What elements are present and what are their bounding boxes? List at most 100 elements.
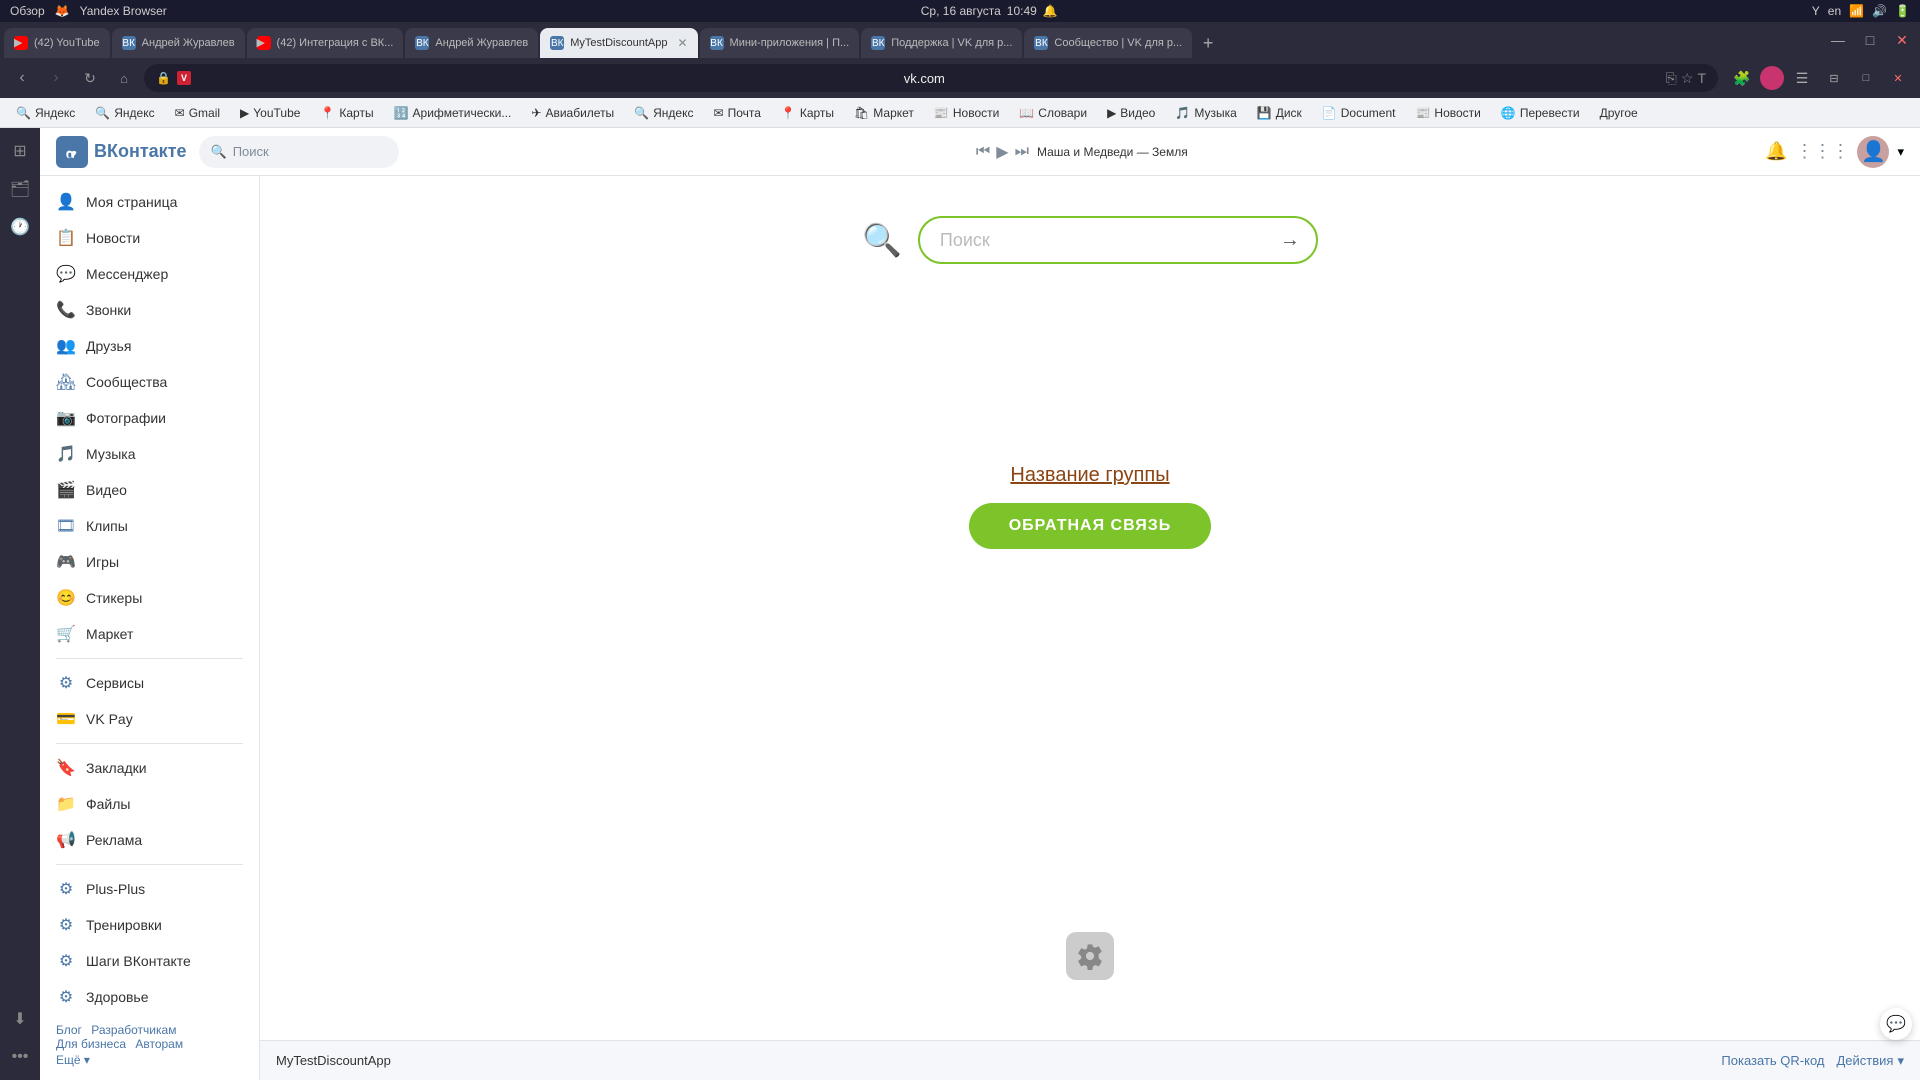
sidebar-item-trainings[interactable]: ⚙ Тренировки: [40, 907, 259, 943]
sidebar-item-messenger[interactable]: 💬 Мессенджер: [40, 256, 259, 292]
browser-tools: 🧩 ☰ ⊟ □ ✕: [1728, 64, 1912, 92]
tab-close-5[interactable]: ✕: [677, 36, 687, 50]
sidebar-item-video[interactable]: 🎬 Видео: [40, 472, 259, 508]
close-win-button[interactable]: ✕: [1884, 64, 1912, 92]
footer-link-dev[interactable]: Разработчикам: [91, 1023, 176, 1037]
sidebar-item-calls[interactable]: 📞 Звонки: [40, 292, 259, 328]
bookmark-news1[interactable]: 📰Новости: [926, 104, 1007, 122]
side-download-icon[interactable]: ⬇: [5, 1004, 35, 1034]
sidebar-item-communities[interactable]: 🏘 Сообщества: [40, 364, 259, 400]
sidebar-item-plusplus[interactable]: ⚙ Plus-Plus: [40, 871, 259, 907]
sidebar-item-photos[interactable]: 📷 Фотографии: [40, 400, 259, 436]
overview-label[interactable]: Обзор: [10, 4, 45, 18]
bookmark-more[interactable]: Другое: [1592, 104, 1646, 122]
vk-search-bar[interactable]: 🔍 Поиск: [199, 136, 399, 168]
app-feedback-button[interactable]: ОБРАТНАЯ СВЯЗЬ: [969, 503, 1212, 549]
sidebar-item-friends[interactable]: 👥 Друзья: [40, 328, 259, 364]
bookmark-music[interactable]: 🎵Музыка: [1167, 104, 1244, 122]
side-tab-icon[interactable]: 🗂: [5, 174, 35, 204]
forward-button[interactable]: ›: [42, 64, 70, 92]
address-bar[interactable]: 🔒 V vk.com ⎘ ☆ T: [144, 64, 1718, 92]
star-icon[interactable]: ☆: [1681, 70, 1694, 87]
tab-support[interactable]: ВК Поддержка | VK для р...: [861, 28, 1022, 58]
bookmark-gmail[interactable]: ✉Gmail: [167, 104, 228, 122]
sidebar-label-vkpay: VK Pay: [86, 711, 133, 727]
sidebar-item-my-page[interactable]: 👤 Моя страница: [40, 184, 259, 220]
bookmark-disk[interactable]: 💾Диск: [1249, 104, 1310, 122]
app-footer-name: MyTestDiscountApp: [276, 1053, 391, 1068]
bookmark-mail[interactable]: ✉Почта: [706, 104, 769, 122]
close-button[interactable]: ✕: [1888, 26, 1916, 54]
side-dots-icon[interactable]: •••: [5, 1042, 35, 1072]
bookmark-yandex2[interactable]: 🔍Яндекс: [87, 104, 162, 122]
bookmark-arithm[interactable]: 🔢Арифметически...: [386, 104, 520, 122]
app-search-input[interactable]: Поиск →: [918, 216, 1318, 264]
sidebar-item-services[interactable]: ⚙ Сервисы: [40, 665, 259, 701]
sidebar-item-vkpay[interactable]: 💳 VK Pay: [40, 701, 259, 737]
maximize-button[interactable]: □: [1856, 26, 1884, 54]
notification-bell-icon[interactable]: 🔔: [1043, 4, 1058, 18]
tab-mini-apps[interactable]: ВК Мини-приложения | П...: [700, 28, 860, 58]
footer-link-business[interactable]: Для бизнеса: [56, 1037, 126, 1051]
vk-bell-icon[interactable]: 🔔: [1765, 141, 1787, 162]
vk-logo[interactable]: ВКонтакте: [56, 136, 187, 168]
music-next-button[interactable]: ⏭: [1015, 143, 1029, 161]
tab-mytestdiscountapp[interactable]: ВК MyTestDiscountApp ✕: [540, 28, 697, 58]
app-group-name[interactable]: Название группы: [1010, 464, 1169, 487]
bookmark-doc[interactable]: 📄Document: [1314, 104, 1404, 122]
sidebar-item-clips[interactable]: 🎞 Клипы: [40, 508, 259, 544]
bookmark-market[interactable]: 🛍Маркет: [846, 104, 922, 122]
tab-andrey1[interactable]: ВК Андрей Журавлев: [112, 28, 245, 58]
minimize-tab-button[interactable]: ⊟: [1820, 64, 1848, 92]
bookmark-video[interactable]: ▶Видео: [1099, 104, 1163, 122]
music-prev-button[interactable]: ⏮: [976, 143, 990, 161]
bookmark-icon-maps2: 📍: [781, 106, 796, 120]
sidebar-item-steps[interactable]: ⚙ Шаги ВКонтакте: [40, 943, 259, 979]
music-play-button[interactable]: ▶: [996, 142, 1008, 162]
new-tab-button[interactable]: +: [1194, 28, 1222, 58]
show-qr-link[interactable]: Показать QR-код: [1721, 1053, 1824, 1068]
bookmark-maps1[interactable]: 📍Карты: [312, 104, 381, 122]
copy-icon[interactable]: ⎘: [1666, 70, 1677, 87]
settings-button[interactable]: ☰: [1788, 64, 1816, 92]
tab-community[interactable]: ВК Сообщество | VK для р...: [1024, 28, 1192, 58]
tab-andrey2[interactable]: ВК Андрей Журавлев: [405, 28, 538, 58]
chat-button[interactable]: 💬: [1880, 1008, 1912, 1040]
bookmark-dict[interactable]: 📖Словари: [1011, 104, 1095, 122]
bookmark-yandex3[interactable]: 🔍Яндекс: [626, 104, 701, 122]
sidebar-item-ads[interactable]: 📢 Реклама: [40, 822, 259, 858]
reload-button[interactable]: ↻: [76, 64, 104, 92]
tab-youtube[interactable]: ▶ (42) YouTube: [4, 28, 110, 58]
bookmark-yandex1[interactable]: 🔍Яндекс: [8, 104, 83, 122]
minimize-button[interactable]: —: [1824, 26, 1852, 54]
sidebar-item-stickers[interactable]: 😊 Стикеры: [40, 580, 259, 616]
sidebar-more-button[interactable]: Ещё ▾: [56, 1053, 243, 1067]
extensions-button[interactable]: 🧩: [1728, 64, 1756, 92]
home-button[interactable]: ⌂: [110, 64, 138, 92]
vk-avatar-chevron-icon[interactable]: ▾: [1897, 144, 1904, 160]
side-history-icon[interactable]: 🕐: [5, 212, 35, 242]
footer-link-authors[interactable]: Авторам: [135, 1037, 183, 1051]
bookmark-news2[interactable]: 📰Новости: [1407, 104, 1488, 122]
translate-icon[interactable]: T: [1697, 70, 1706, 87]
sidebar-item-games[interactable]: 🎮 Игры: [40, 544, 259, 580]
bookmark-maps2[interactable]: 📍Карты: [773, 104, 842, 122]
sidebar-item-files[interactable]: 📁 Файлы: [40, 786, 259, 822]
back-button[interactable]: ‹: [8, 64, 36, 92]
vk-avatar[interactable]: 👤: [1857, 136, 1889, 168]
side-overview-icon[interactable]: ⊞: [5, 136, 35, 166]
bookmark-youtube[interactable]: ▶YouTube: [232, 104, 308, 122]
sidebar-item-market[interactable]: 🛒 Маркет: [40, 616, 259, 652]
sidebar-item-health[interactable]: ⚙ Здоровье: [40, 979, 259, 1015]
vk-grid-icon[interactable]: ⋮⋮⋮: [1795, 141, 1849, 162]
sidebar-item-news[interactable]: 📋 Новости: [40, 220, 259, 256]
bookmark-flights[interactable]: ✈Авиабилеты: [523, 104, 622, 122]
actions-button[interactable]: Действия ▾: [1837, 1053, 1905, 1069]
sidebar-item-bookmarks[interactable]: 🔖 Закладки: [40, 750, 259, 786]
profile-button[interactable]: [1760, 66, 1784, 90]
sidebar-item-music[interactable]: 🎵 Музыка: [40, 436, 259, 472]
maximize-win-button[interactable]: □: [1852, 64, 1880, 92]
tab-integration[interactable]: ▶ (42) Интеграция с ВК...: [247, 28, 404, 58]
bookmark-translate[interactable]: 🌐Перевести: [1493, 104, 1588, 122]
footer-link-blog[interactable]: Блог: [56, 1023, 82, 1037]
